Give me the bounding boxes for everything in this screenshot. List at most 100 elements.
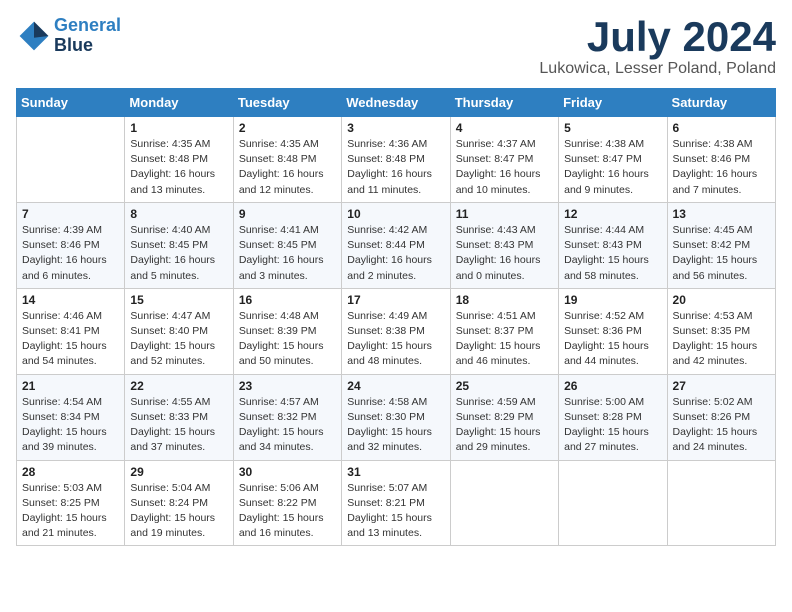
day-number: 5 bbox=[564, 121, 661, 135]
day-info: Sunrise: 4:38 AMSunset: 8:47 PMDaylight:… bbox=[564, 137, 661, 198]
calendar-cell: 28 Sunrise: 5:03 AMSunset: 8:25 PMDayligh… bbox=[17, 460, 125, 546]
day-info: Sunrise: 5:03 AMSunset: 8:25 PMDaylight:… bbox=[22, 481, 119, 542]
calendar-cell bbox=[559, 460, 667, 546]
day-info: Sunrise: 5:00 AMSunset: 8:28 PMDaylight:… bbox=[564, 395, 661, 456]
calendar-cell: 8Sunrise: 4:40 AMSunset: 8:45 PMDaylight… bbox=[125, 202, 233, 288]
day-number: 17 bbox=[347, 293, 444, 307]
calendar-cell bbox=[667, 460, 775, 546]
logo-text: General Blue bbox=[54, 16, 121, 56]
calendar-cell: 6 Sunrise: 4:38 AMSunset: 8:46 PMDaylight… bbox=[667, 117, 775, 203]
day-number: 4 bbox=[456, 121, 553, 135]
calendar-week-row: 28 Sunrise: 5:03 AMSunset: 8:25 PMDayligh… bbox=[17, 460, 776, 546]
calendar-cell: 25Sunrise: 4:59 AMSunset: 8:29 PMDayligh… bbox=[450, 374, 558, 460]
calendar-cell: 9Sunrise: 4:41 AMSunset: 8:45 PMDaylight… bbox=[233, 202, 341, 288]
weekday-header-thursday: Thursday bbox=[450, 89, 558, 117]
title-area: July 2024 Lukowica, Lesser Poland, Polan… bbox=[539, 16, 776, 78]
day-number: 14 bbox=[22, 293, 119, 307]
day-number: 13 bbox=[673, 207, 770, 221]
calendar-week-row: 7 Sunrise: 4:39 AMSunset: 8:46 PMDaylight… bbox=[17, 202, 776, 288]
calendar-week-row: 1 Sunrise: 4:35 AMSunset: 8:48 PMDaylight… bbox=[17, 117, 776, 203]
weekday-header-monday: Monday bbox=[125, 89, 233, 117]
calendar-cell: 22Sunrise: 4:55 AMSunset: 8:33 PMDayligh… bbox=[125, 374, 233, 460]
day-number: 10 bbox=[347, 207, 444, 221]
calendar-cell: 1 Sunrise: 4:35 AMSunset: 8:48 PMDaylight… bbox=[125, 117, 233, 203]
calendar-cell: 18 Sunrise: 4:51 AMSunset: 8:37 PMDayligh… bbox=[450, 288, 558, 374]
calendar-cell: 23 Sunrise: 4:57 AMSunset: 8:32 PMDayligh… bbox=[233, 374, 341, 460]
day-number: 27 bbox=[673, 379, 770, 393]
day-number: 2 bbox=[239, 121, 336, 135]
day-number: 28 bbox=[22, 465, 119, 479]
day-info: Sunrise: 4:38 AMSunset: 8:46 PMDaylight:… bbox=[673, 137, 770, 198]
day-info: Sunrise: 4:54 AMSunset: 8:34 PMDaylight:… bbox=[22, 395, 119, 456]
calendar-cell bbox=[17, 117, 125, 203]
day-number: 18 bbox=[456, 293, 553, 307]
day-number: 12 bbox=[564, 207, 661, 221]
day-number: 15 bbox=[130, 293, 227, 307]
day-info: Sunrise: 4:53 AMSunset: 8:35 PMDaylight:… bbox=[673, 309, 770, 370]
weekday-header-row: SundayMondayTuesdayWednesdayThursdayFrid… bbox=[17, 89, 776, 117]
day-number: 8 bbox=[130, 207, 227, 221]
day-number: 19 bbox=[564, 293, 661, 307]
day-info: Sunrise: 4:39 AMSunset: 8:46 PMDaylight:… bbox=[22, 223, 119, 284]
day-number: 29 bbox=[130, 465, 227, 479]
day-number: 3 bbox=[347, 121, 444, 135]
day-number: 30 bbox=[239, 465, 336, 479]
calendar-cell: 27 Sunrise: 5:02 AMSunset: 8:26 PMDayligh… bbox=[667, 374, 775, 460]
weekday-header-tuesday: Tuesday bbox=[233, 89, 341, 117]
day-info: Sunrise: 4:59 AMSunset: 8:29 PMDaylight:… bbox=[456, 395, 553, 456]
calendar-cell: 13 Sunrise: 4:45 AMSunset: 8:42 PMDayligh… bbox=[667, 202, 775, 288]
day-info: Sunrise: 4:36 AMSunset: 8:48 PMDaylight:… bbox=[347, 137, 444, 198]
day-number: 23 bbox=[239, 379, 336, 393]
day-info: Sunrise: 4:52 AMSunset: 8:36 PMDaylight:… bbox=[564, 309, 661, 370]
calendar-cell: 21Sunrise: 4:54 AMSunset: 8:34 PMDayligh… bbox=[17, 374, 125, 460]
weekday-header-friday: Friday bbox=[559, 89, 667, 117]
weekday-header-wednesday: Wednesday bbox=[342, 89, 450, 117]
day-number: 24 bbox=[347, 379, 444, 393]
day-info: Sunrise: 4:45 AMSunset: 8:42 PMDaylight:… bbox=[673, 223, 770, 284]
day-info: Sunrise: 4:58 AMSunset: 8:30 PMDaylight:… bbox=[347, 395, 444, 456]
month-title: July 2024 bbox=[539, 16, 776, 58]
page-header: General Blue July 2024 Lukowica, Lesser … bbox=[16, 16, 776, 78]
calendar-cell: 17 Sunrise: 4:49 AMSunset: 8:38 PMDayligh… bbox=[342, 288, 450, 374]
day-info: Sunrise: 4:47 AMSunset: 8:40 PMDaylight:… bbox=[130, 309, 227, 370]
day-number: 26 bbox=[564, 379, 661, 393]
day-info: Sunrise: 4:51 AMSunset: 8:37 PMDaylight:… bbox=[456, 309, 553, 370]
calendar-cell: 10 Sunrise: 4:42 AMSunset: 8:44 PMDayligh… bbox=[342, 202, 450, 288]
calendar-cell: 15 Sunrise: 4:47 AMSunset: 8:40 PMDayligh… bbox=[125, 288, 233, 374]
day-info: Sunrise: 4:46 AMSunset: 8:41 PMDaylight:… bbox=[22, 309, 119, 370]
day-info: Sunrise: 4:55 AMSunset: 8:33 PMDaylight:… bbox=[130, 395, 227, 456]
calendar-cell: 29 Sunrise: 5:04 AMSunset: 8:24 PMDayligh… bbox=[125, 460, 233, 546]
day-number: 7 bbox=[22, 207, 119, 221]
calendar-cell: 31 Sunrise: 5:07 AMSunset: 8:21 PMDayligh… bbox=[342, 460, 450, 546]
calendar-cell: 5 Sunrise: 4:38 AMSunset: 8:47 PMDaylight… bbox=[559, 117, 667, 203]
day-info: Sunrise: 4:57 AMSunset: 8:32 PMDaylight:… bbox=[239, 395, 336, 456]
day-number: 16 bbox=[239, 293, 336, 307]
calendar-cell: 11 Sunrise: 4:43 AMSunset: 8:43 PMDayligh… bbox=[450, 202, 558, 288]
day-number: 1 bbox=[130, 121, 227, 135]
location: Lukowica, Lesser Poland, Poland bbox=[539, 60, 776, 78]
weekday-header-saturday: Saturday bbox=[667, 89, 775, 117]
day-info: Sunrise: 5:06 AMSunset: 8:22 PMDaylight:… bbox=[239, 481, 336, 542]
calendar-cell bbox=[450, 460, 558, 546]
day-info: Sunrise: 4:43 AMSunset: 8:43 PMDaylight:… bbox=[456, 223, 553, 284]
day-number: 11 bbox=[456, 207, 553, 221]
day-info: Sunrise: 5:04 AMSunset: 8:24 PMDaylight:… bbox=[130, 481, 227, 542]
weekday-header-sunday: Sunday bbox=[17, 89, 125, 117]
calendar-week-row: 14 Sunrise: 4:46 AMSunset: 8:41 PMDayligh… bbox=[17, 288, 776, 374]
day-info: Sunrise: 4:35 AMSunset: 8:48 PMDaylight:… bbox=[130, 137, 227, 198]
day-info: Sunrise: 4:42 AMSunset: 8:44 PMDaylight:… bbox=[347, 223, 444, 284]
day-info: Sunrise: 4:44 AMSunset: 8:43 PMDaylight:… bbox=[564, 223, 661, 284]
calendar-cell: 7 Sunrise: 4:39 AMSunset: 8:46 PMDaylight… bbox=[17, 202, 125, 288]
calendar-cell: 30 Sunrise: 5:06 AMSunset: 8:22 PMDayligh… bbox=[233, 460, 341, 546]
day-info: Sunrise: 4:41 AMSunset: 8:45 PMDaylight:… bbox=[239, 223, 336, 284]
day-number: 31 bbox=[347, 465, 444, 479]
day-info: Sunrise: 5:02 AMSunset: 8:26 PMDaylight:… bbox=[673, 395, 770, 456]
calendar-cell: 12 Sunrise: 4:44 AMSunset: 8:43 PMDayligh… bbox=[559, 202, 667, 288]
day-number: 20 bbox=[673, 293, 770, 307]
calendar-week-row: 21Sunrise: 4:54 AMSunset: 8:34 PMDayligh… bbox=[17, 374, 776, 460]
day-info: Sunrise: 4:49 AMSunset: 8:38 PMDaylight:… bbox=[347, 309, 444, 370]
calendar-cell: 2Sunrise: 4:35 AMSunset: 8:48 PMDaylight… bbox=[233, 117, 341, 203]
calendar-cell: 19 Sunrise: 4:52 AMSunset: 8:36 PMDayligh… bbox=[559, 288, 667, 374]
day-number: 6 bbox=[673, 121, 770, 135]
day-info: Sunrise: 5:07 AMSunset: 8:21 PMDaylight:… bbox=[347, 481, 444, 542]
